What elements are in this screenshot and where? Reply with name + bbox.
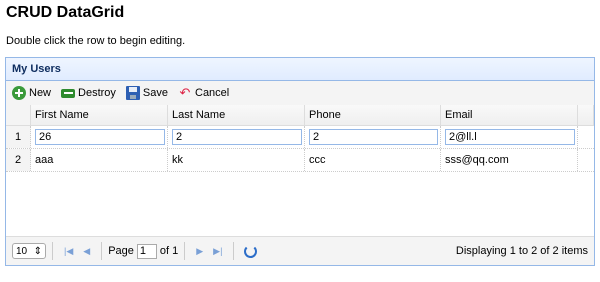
- users-panel: My Users New Destroy Save ↶ Cancel First…: [5, 57, 595, 266]
- row-number: 2: [6, 149, 31, 171]
- last-name-cell: [168, 126, 305, 148]
- new-label: New: [29, 87, 52, 99]
- email-cell: [441, 126, 578, 148]
- separator: [233, 242, 235, 260]
- first-name-cell: [31, 126, 168, 148]
- table-row[interactable]: 1: [6, 126, 594, 149]
- remove-icon: [61, 89, 76, 98]
- row-filler: [578, 126, 594, 148]
- row-number-header: [6, 105, 31, 125]
- column-header-first-name[interactable]: First Name: [31, 105, 168, 125]
- save-icon: [125, 86, 140, 100]
- panel-title: My Users: [6, 58, 594, 81]
- first-name-input[interactable]: [35, 129, 165, 145]
- grid-header: First Name Last Name Phone Email: [6, 105, 594, 126]
- separator: [184, 242, 186, 260]
- page-number-input[interactable]: [136, 243, 157, 259]
- row-number: 1: [6, 126, 31, 148]
- column-header-phone[interactable]: Phone: [305, 105, 441, 125]
- first-name-cell[interactable]: aaa: [31, 149, 168, 171]
- table-row[interactable]: 2 aaa kk ccc sss@qq.com: [6, 149, 594, 172]
- column-header-email[interactable]: Email: [441, 105, 578, 125]
- separator: [101, 242, 103, 260]
- row-filler: [578, 149, 594, 171]
- last-page-icon[interactable]: ▶|: [213, 246, 222, 257]
- destroy-button[interactable]: Destroy: [61, 87, 116, 99]
- add-icon: [12, 86, 26, 100]
- destroy-label: Destroy: [78, 87, 116, 99]
- header-filler: [578, 105, 594, 125]
- toolbar: New Destroy Save ↶ Cancel: [6, 81, 594, 106]
- undo-icon: ↶: [179, 85, 191, 100]
- page-size-select[interactable]: 10 ⇕: [12, 243, 46, 259]
- first-page-icon[interactable]: |◀: [64, 246, 73, 257]
- page-size-value: 10: [16, 245, 28, 257]
- phone-cell[interactable]: ccc: [305, 149, 441, 171]
- last-name-input[interactable]: [172, 129, 302, 145]
- page-description: Double click the row to begin editing.: [6, 35, 186, 47]
- page-of-label: of 1: [159, 245, 179, 257]
- cancel-button[interactable]: ↶ Cancel: [178, 85, 230, 100]
- select-arrows-icon: ⇕: [33, 245, 42, 257]
- pagination-bar: 10 ⇕ |◀ ◀ Page of 1 ▶ ▶| Displaying 1 to…: [6, 236, 594, 265]
- page-label: Page: [108, 245, 134, 257]
- new-button[interactable]: New: [12, 86, 51, 100]
- page-title: CRUD DataGrid: [6, 4, 125, 21]
- email-cell[interactable]: sss@qq.com: [441, 149, 578, 171]
- column-header-last-name[interactable]: Last Name: [168, 105, 305, 125]
- pagination-info: Displaying 1 to 2 of 2 items: [455, 245, 588, 257]
- cancel-label: Cancel: [195, 87, 230, 99]
- prev-page-icon[interactable]: ◀: [83, 246, 90, 257]
- save-button[interactable]: Save: [125, 86, 168, 100]
- last-name-cell[interactable]: kk: [168, 149, 305, 171]
- save-label: Save: [142, 87, 168, 99]
- email-input[interactable]: [445, 129, 575, 145]
- next-page-icon[interactable]: ▶: [196, 246, 203, 257]
- users-grid: First Name Last Name Phone Email 1 26 2 …: [6, 105, 594, 172]
- refresh-icon[interactable]: [244, 244, 258, 258]
- phone-input[interactable]: [309, 129, 438, 145]
- phone-cell: [305, 126, 441, 148]
- separator: [52, 242, 53, 260]
